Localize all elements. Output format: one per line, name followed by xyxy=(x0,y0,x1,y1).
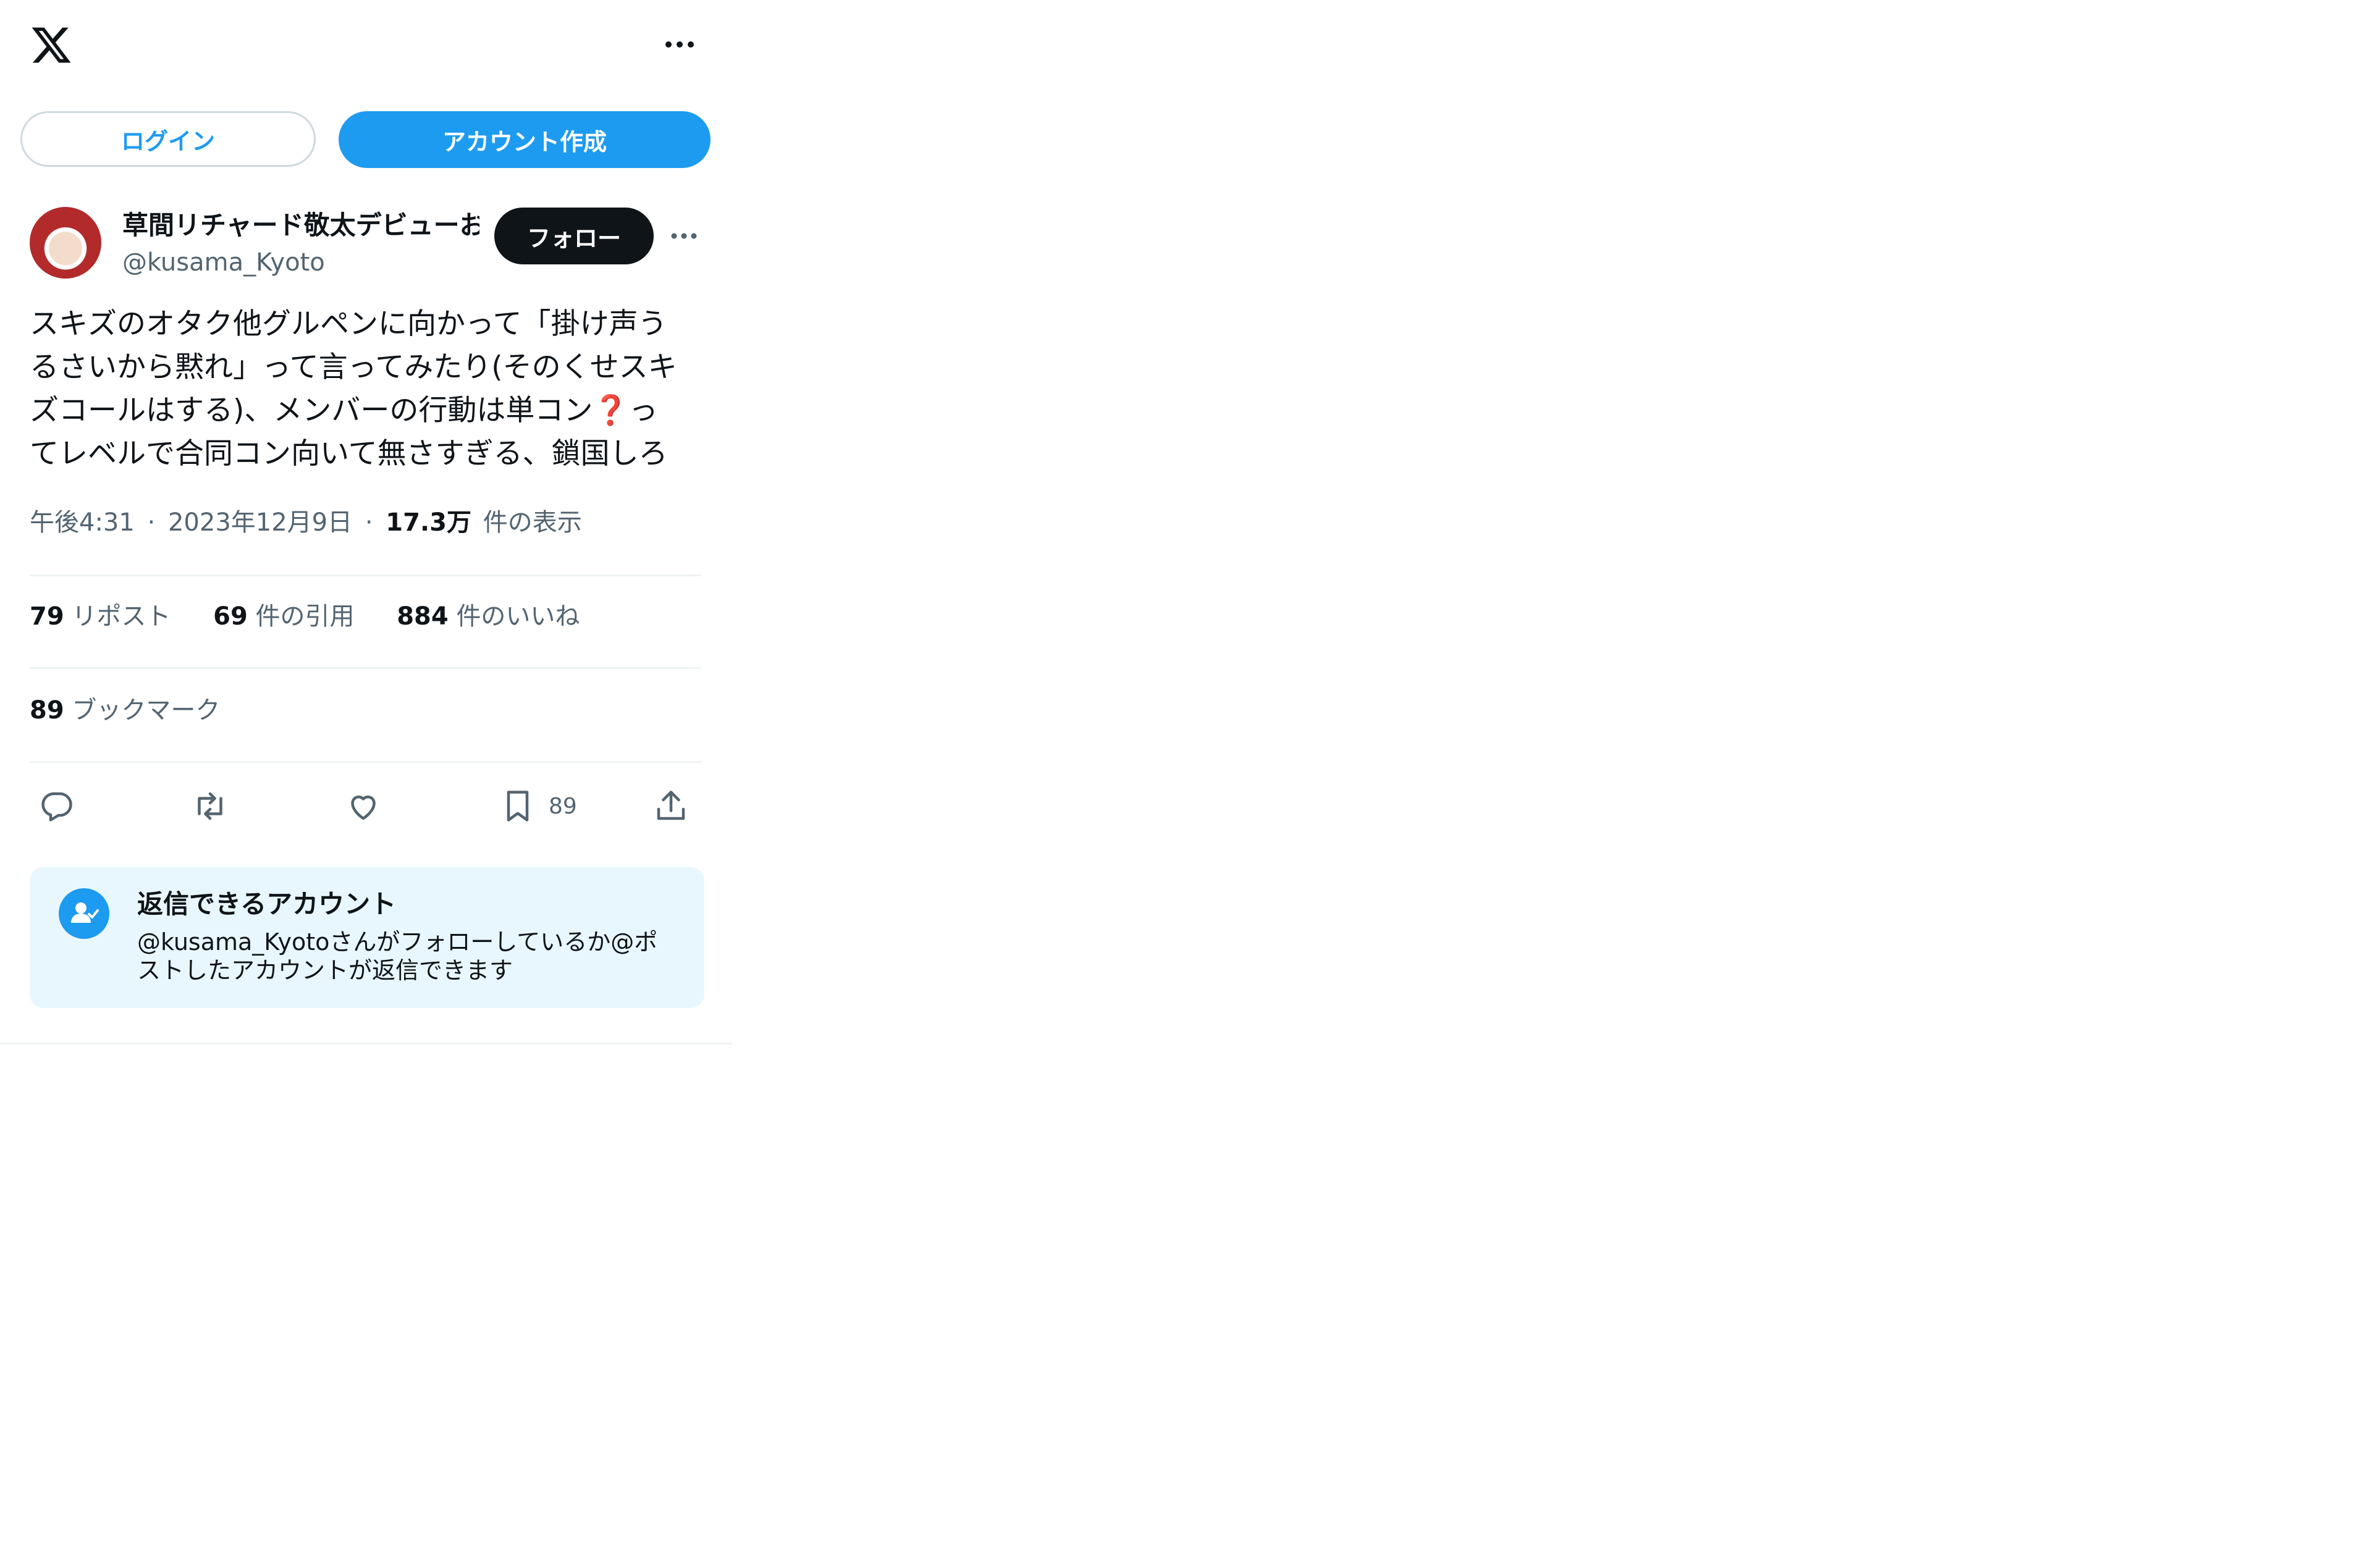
follow-button[interactable]: フォロー xyxy=(494,208,654,264)
divider xyxy=(30,574,701,576)
views-label: 件の表示 xyxy=(483,508,582,537)
tweet-line-tail: っ xyxy=(628,393,658,427)
engagement-stats: 79 リポスト 69 件の引用 884 件のいいね xyxy=(30,599,614,634)
bookmarks-stat: 89 ブックマーク xyxy=(30,693,220,728)
meta-separator: · xyxy=(147,508,156,537)
share-icon[interactable] xyxy=(652,788,690,825)
tweet-meta: 午後4:31 · 2023年12月9日 · 17.3万 件の表示 xyxy=(30,505,582,540)
notice-title: 返信できるアカウント xyxy=(137,889,397,919)
reposts-count: 79 xyxy=(30,602,64,631)
likes-stat[interactable]: 884 件のいいね xyxy=(397,599,580,634)
tweet-line: るさいから黙れ」って言ってみたり(そのくせスキ xyxy=(30,350,677,384)
bookmark-count: 89 xyxy=(549,794,577,819)
meta-separator: · xyxy=(365,508,373,537)
notice-body: @kusama_Kyotoさんがフォローしているか@ポ ストしたアカウントが返信… xyxy=(137,928,681,985)
divider xyxy=(30,667,701,669)
more-icon[interactable] xyxy=(664,37,695,53)
tweet-line-text: ズコールはする)、メンバーの行動は単コン xyxy=(30,393,593,427)
notice-body-line: @kusama_Kyotoさんがフォローしているか@ポ xyxy=(137,928,658,956)
tweet-text: スキズのオタク他グルペンに向かって「掛け声う るさいから黙れ」って言ってみたり(… xyxy=(30,303,709,476)
tweet-date[interactable]: 2023年12月9日 xyxy=(168,508,352,537)
display-name[interactable]: 草間リチャード敬太デビューおめでとう xyxy=(122,207,479,244)
question-emoji: ❓ xyxy=(593,393,629,427)
tweet-time[interactable]: 午後4:31 xyxy=(30,508,135,537)
bookmarks-count: 89 xyxy=(30,696,64,725)
tweet-line: ズコールはする)、メンバーの行動は単コン❓っ xyxy=(30,389,709,432)
tweet-line: スキズのオタク他グルペンに向かって「掛け声う xyxy=(30,307,667,341)
x-logo-icon[interactable] xyxy=(28,23,74,67)
tweet-line: てレベルで合同コン向いて無さすぎる、鎖国しろ xyxy=(30,437,668,471)
signup-button[interactable]: アカウント作成 xyxy=(339,111,711,168)
views-count: 17.3万 xyxy=(386,508,471,537)
page: ログイン アカウント作成 草間リチャード敬太デビューおめでとう @kusama_… xyxy=(0,0,2380,1564)
reply-icon[interactable] xyxy=(38,788,75,825)
user-check-icon xyxy=(59,888,109,939)
quotes-stat[interactable]: 69 件の引用 xyxy=(213,599,354,634)
quotes-count: 69 xyxy=(213,602,248,631)
notice-body-line: ストしたアカウントが返信できます xyxy=(137,957,513,984)
repost-icon[interactable] xyxy=(192,788,229,825)
tweet-more-icon[interactable] xyxy=(670,229,698,244)
avatar[interactable] xyxy=(30,207,101,279)
quotes-label: 件の引用 xyxy=(255,602,355,631)
likes-count: 884 xyxy=(397,602,449,631)
likes-label: 件のいいね xyxy=(456,602,580,631)
tweet-column: ログイン アカウント作成 草間リチャード敬太デビューおめでとう @kusama_… xyxy=(0,0,732,1045)
heart-icon[interactable] xyxy=(345,788,382,825)
login-button[interactable]: ログイン xyxy=(20,111,316,167)
bookmark-icon[interactable] xyxy=(499,788,536,825)
divider xyxy=(30,761,701,763)
reposts-stat[interactable]: 79 リポスト xyxy=(30,599,171,634)
bookmarks-label: ブックマーク xyxy=(72,696,221,725)
reposts-label: リポスト xyxy=(72,602,171,631)
user-handle[interactable]: @kusama_Kyoto xyxy=(122,245,325,280)
